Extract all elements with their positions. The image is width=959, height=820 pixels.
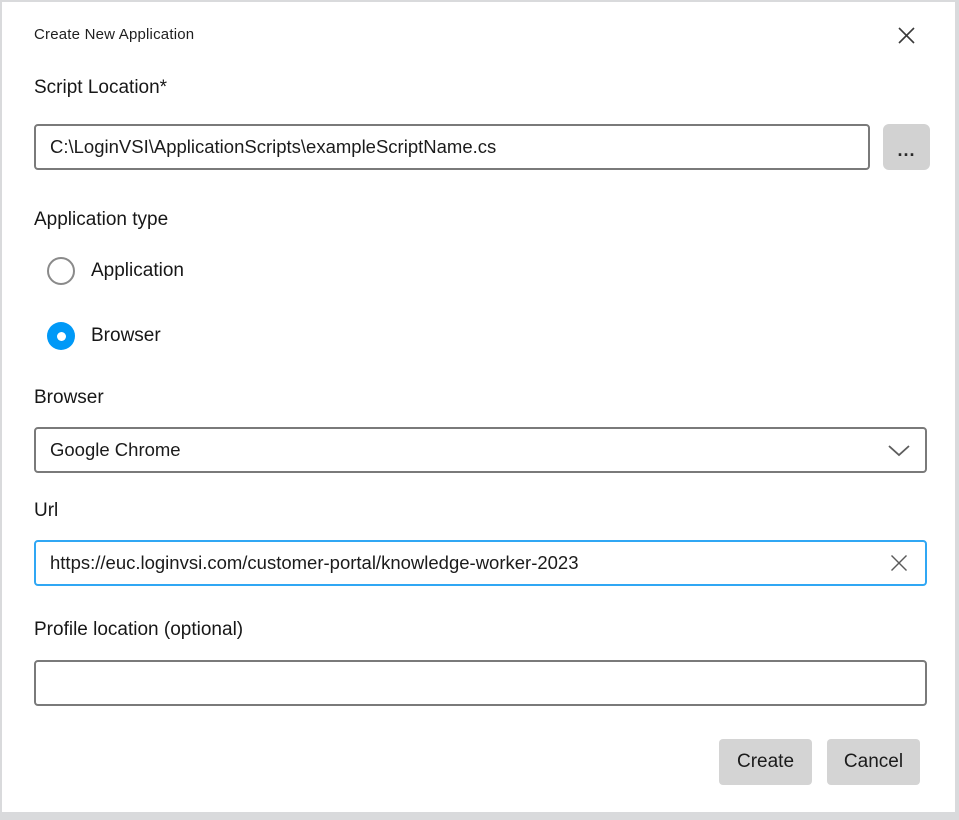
- url-input[interactable]: [34, 540, 927, 586]
- browse-button[interactable]: ...: [883, 124, 930, 170]
- profile-location-input[interactable]: [34, 660, 927, 706]
- radio-option-label: Application: [91, 260, 184, 282]
- clear-icon: [890, 554, 908, 572]
- application-type-label: Application type: [34, 209, 168, 231]
- radio-option-browser[interactable]: Browser: [47, 322, 161, 350]
- clear-url-button[interactable]: [881, 545, 917, 581]
- url-field-wrap: [34, 540, 927, 586]
- script-location-input[interactable]: [34, 124, 870, 170]
- radio-option-label: Browser: [91, 325, 161, 347]
- radio-option-application[interactable]: Application: [47, 257, 184, 285]
- create-button[interactable]: Create: [719, 739, 812, 785]
- chevron-down-icon: [887, 444, 911, 457]
- close-icon: [897, 26, 916, 45]
- script-location-label: Script Location*: [34, 77, 167, 99]
- dialog-title: Create New Application: [34, 26, 194, 43]
- cancel-button[interactable]: Cancel: [827, 739, 920, 785]
- radio-selected-icon: [47, 322, 75, 350]
- browser-label: Browser: [34, 387, 104, 409]
- browser-select-value: Google Chrome: [50, 439, 887, 461]
- close-button[interactable]: [886, 16, 926, 54]
- browser-select[interactable]: Google Chrome: [34, 427, 927, 473]
- url-label: Url: [34, 500, 58, 522]
- profile-location-label: Profile location (optional): [34, 619, 243, 641]
- create-application-dialog: Create New Application Script Location* …: [2, 2, 955, 812]
- radio-unselected-icon: [47, 257, 75, 285]
